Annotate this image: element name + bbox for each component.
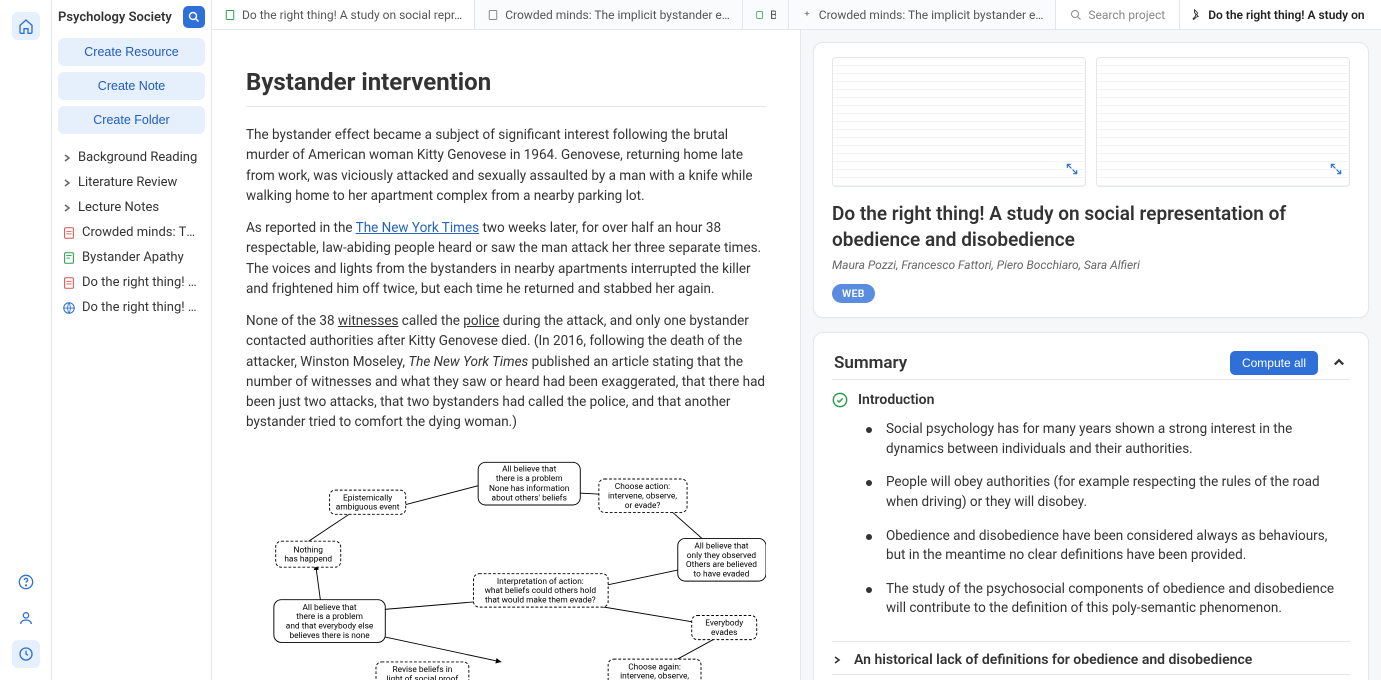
summary-bullet: People will obey authorities (for exampl… [866,473,1350,512]
document-paragraph: The bystander effect became a subject of… [246,125,766,206]
svg-text:that would make them evade?: that would make them evade? [485,595,596,605]
left-rail [0,0,52,680]
summary-bullet: The study of the psychosocial components… [866,580,1350,619]
profile-icon[interactable] [12,604,40,632]
summary-bullet: Obedience and disobedience have been con… [866,527,1350,566]
svg-text:or evade?: or evade? [625,500,661,510]
pinned-tab[interactable]: Do the right thing! A study on [1180,0,1381,29]
summary-section-collapsed[interactable]: An historical lack of definitions for ob… [832,641,1350,674]
page-thumbnail[interactable] [1096,57,1350,187]
tab[interactable]: B [743,0,789,29]
tree-file[interactable]: Bystander Apathy [58,246,205,269]
create-note-button[interactable]: Create Note [58,72,205,100]
svg-text:evades: evades [711,628,737,638]
tree-folder[interactable]: Background Reading [58,146,205,169]
link-nyt[interactable]: The New York Times [356,220,479,236]
expand-icon[interactable] [1329,162,1343,180]
project-title: Psychology Society [58,10,177,25]
svg-text:intervene, observe,: intervene, observe, [620,671,689,680]
file-tree: Background Reading Literature Review Lec… [58,146,205,319]
summary-section-collapsed[interactable]: A different societal approach to study o… [832,674,1350,680]
page-thumbnail[interactable] [832,57,1086,187]
svg-text:there is a problem: there is a problem [496,473,563,483]
tab[interactable]: Crowded minds: The implicit bystander e… [789,0,1057,29]
document-paragraph: None of the 38 witnesses called the poli… [246,311,766,433]
svg-text:has happend: has happend [284,554,332,564]
compute-all-button[interactable]: Compute all [1230,351,1318,375]
tree-folder[interactable]: Literature Review [58,171,205,194]
document-paragraph: As reported in the The New York Times tw… [246,218,766,299]
document-title: Bystander intervention [246,68,766,96]
tree-file[interactable]: Crowded minds: The… [58,221,205,244]
svg-text:about others' beliefs: about others' beliefs [492,493,567,503]
tree-file[interactable]: Do the right thing! A … [58,296,205,319]
help-icon[interactable] [12,568,40,596]
summary-card: Summary Compute all Introduction Social … [813,332,1369,680]
paper-title: Do the right thing! A study on social re… [832,201,1350,252]
tab[interactable]: Do the right thing! A study on social re… [212,0,475,29]
paper-card: Do the right thing! A study on social re… [813,42,1369,318]
history-icon[interactable] [12,640,40,668]
summary-section: Introduction Social psychology has for m… [832,379,1350,641]
tree-folder[interactable]: Lecture Notes [58,196,205,219]
diagram: Nothinghas happend Epistemicallyambiguou… [246,453,766,680]
expand-icon[interactable] [1065,162,1079,180]
svg-text:light of social proof: light of social proof [387,674,459,680]
section-header[interactable]: Introduction [832,388,1350,412]
svg-text:believes there is none: believes there is none [290,630,371,640]
summary-bullet: Social psychology has for many years sho… [866,420,1350,459]
create-resource-button[interactable]: Create Resource [58,38,205,66]
tree-file[interactable]: Do the right thing! A … [58,271,205,294]
source-badge: WEB [832,284,875,303]
home-icon[interactable] [12,12,40,40]
summary-bullets: Social psychology has for many years sho… [832,420,1350,619]
tab[interactable]: Crowded minds: The implicit bystander e… [475,0,743,29]
paper-authors: Maura Pozzi, Francesco Fattori, Piero Bo… [832,258,1350,272]
sidebar: Psychology Society Create Resource Creat… [52,0,212,680]
svg-text:to have evaded: to have evaded [694,569,750,579]
collapse-icon[interactable] [1328,352,1350,374]
divider [246,106,766,107]
tab-bar: Do the right thing! A study on social re… [212,0,1381,30]
create-folder-button[interactable]: Create Folder [58,106,205,134]
summary-heading: Summary [834,353,1220,373]
search-project-button[interactable] [183,6,205,28]
svg-text:ambiguous event: ambiguous event [336,502,400,512]
document-pane[interactable]: Bystander intervention The bystander eff… [212,30,801,680]
tab-search[interactable]: Search project [1056,0,1180,29]
info-pane[interactable]: Do the right thing! A study on social re… [801,30,1381,680]
